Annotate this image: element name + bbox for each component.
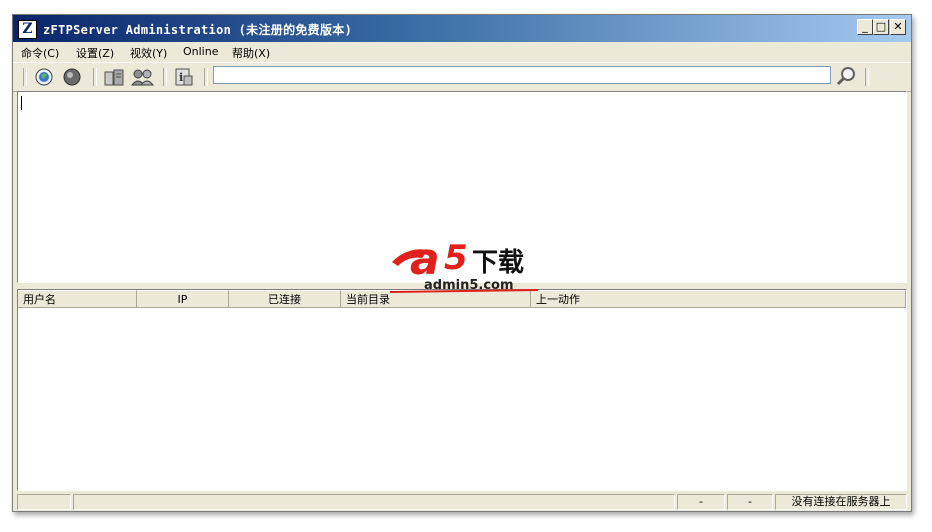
toolbar-separator xyxy=(204,68,208,86)
search-icon xyxy=(836,67,855,86)
app-icon: Z xyxy=(18,20,37,39)
column-header-ip[interactable]: IP xyxy=(137,290,229,308)
column-header-username[interactable]: 用户名 xyxy=(18,290,137,308)
disconnect-button[interactable] xyxy=(61,67,83,87)
connect-button[interactable] xyxy=(33,67,55,87)
column-header-connected[interactable]: 已连接 xyxy=(229,290,341,308)
status-bar: - - 没有连接在服务器上 xyxy=(13,493,911,511)
users-icon xyxy=(130,69,155,86)
server-icon xyxy=(104,69,124,86)
status-cell-2 xyxy=(73,494,675,510)
close-button[interactable]: ✕ xyxy=(890,19,906,35)
menu-online[interactable]: Online xyxy=(183,45,218,58)
search-button[interactable] xyxy=(835,65,857,87)
toolbar-separator xyxy=(93,68,97,86)
info-icon: i xyxy=(175,68,193,86)
toolbar-separator xyxy=(163,68,167,86)
column-header-last-action[interactable]: 上一动作 xyxy=(531,290,906,308)
menu-bar: 命令(C) 设置(Z) 视效(Y) Online 帮助(X) xyxy=(13,42,911,62)
maximize-button[interactable]: □ xyxy=(873,19,889,35)
status-cell-1 xyxy=(17,494,71,510)
watermark-cn-text: 下载 xyxy=(472,248,525,278)
watermark-digit-5: 5 xyxy=(444,238,468,278)
toolbar: i xyxy=(13,62,911,92)
menu-view[interactable]: 视效(Y) xyxy=(130,45,167,61)
disconnect-globe-icon xyxy=(63,68,81,86)
minimize-button[interactable]: _ xyxy=(857,19,873,35)
toolbar-separator xyxy=(865,68,869,86)
connections-table[interactable]: 用户名 IP 已连接 当前目录 上一动作 xyxy=(17,289,907,491)
status-cell-4: - xyxy=(727,494,773,510)
status-cell-3: - xyxy=(677,494,725,510)
address-input[interactable] xyxy=(213,66,831,84)
window-title: zFTPServer Administration (未注册的免费版本) xyxy=(43,23,353,37)
toolbar-separator xyxy=(23,68,27,86)
text-caret xyxy=(21,96,22,110)
svg-text:i: i xyxy=(179,71,183,84)
menu-command[interactable]: 命令(C) xyxy=(21,45,59,61)
watermark-domain: admin5.com xyxy=(424,278,514,293)
menu-settings[interactable]: 设置(Z) xyxy=(76,45,114,61)
server-button[interactable] xyxy=(103,67,125,87)
status-message: 没有连接在服务器上 xyxy=(775,494,907,510)
users-button[interactable] xyxy=(130,67,155,87)
info-button[interactable]: i xyxy=(173,67,195,87)
connect-globe-icon xyxy=(35,68,53,86)
menu-help[interactable]: 帮助(X) xyxy=(232,45,270,61)
admin5-watermark-logo: a 5 下载 admin5.com xyxy=(388,234,538,298)
title-bar[interactable]: Z zFTPServer Administration (未注册的免费版本) _… xyxy=(13,15,911,42)
